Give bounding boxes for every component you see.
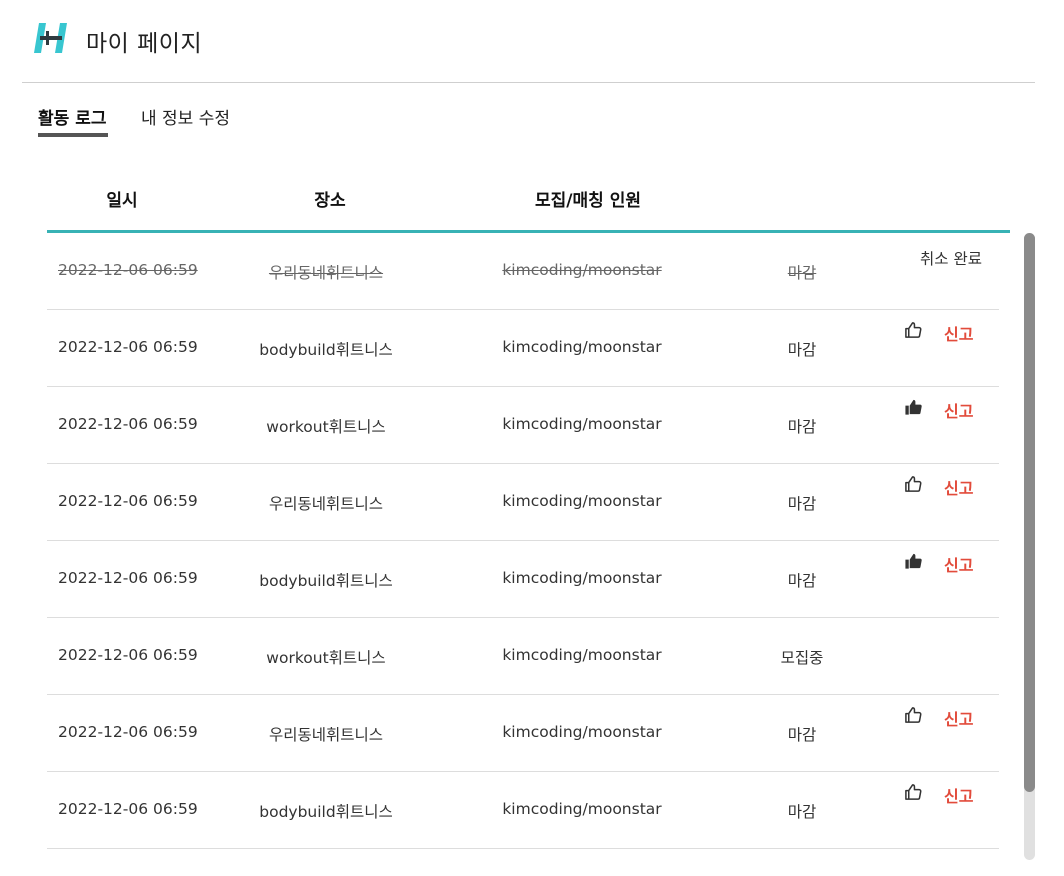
tab-label: 내 정보 수정: [141, 109, 231, 129]
table-row: 2022-12-06 06:59 우리동네휘트니스 kimcoding/moonst…: [47, 464, 999, 541]
page-header: 마이 페이지: [0, 0, 1064, 82]
column-header-members: 모집/매칭 인원: [535, 191, 641, 211]
row-place: 우리동네휘트니스: [268, 495, 384, 513]
row-place: workout휘트니스: [266, 418, 386, 436]
row-date: 2022-12-06 06:59: [58, 800, 198, 818]
table-row: 2022-12-06 06:59 우리동네휘트니스 kimcoding/moonst…: [47, 695, 999, 772]
row-date: 2022-12-06 06:59: [58, 492, 198, 510]
table-row: 2022-12-06 06:59 우리동네휘트니스 kimcoding/moonst…: [47, 233, 999, 310]
scrollbar-thumb[interactable]: [1024, 233, 1035, 792]
row-date: 2022-12-06 06:59: [58, 723, 198, 741]
thumbs-up-icon[interactable]: [904, 783, 923, 802]
table-row: 2022-12-06 06:59 bodybuild휘트니스 kimcoding/m…: [47, 310, 999, 387]
report-button[interactable]: 신고: [944, 475, 973, 499]
row-members: kimcoding/moonstar: [502, 569, 662, 587]
row-members: kimcoding/moonstar: [502, 723, 662, 741]
row-place: 우리동네휘트니스: [268, 264, 384, 282]
activity-table-body: 2022-12-06 06:59 우리동네휘트니스 kimcoding/moonst…: [47, 233, 999, 849]
cancel-complete-label: 취소 완료: [920, 250, 982, 268]
thumbs-up-icon[interactable]: [904, 321, 923, 340]
table-row: 2022-12-06 06:59 bodybuild휘트니스 kimcoding/m…: [47, 772, 999, 849]
row-status: 마감: [787, 572, 817, 590]
row-status: 마감: [787, 803, 817, 821]
thumbs-up-filled-icon[interactable]: [904, 552, 923, 571]
row-status: 마감: [787, 495, 817, 513]
row-date: 2022-12-06 06:59: [58, 646, 198, 664]
row-status: 마감: [787, 726, 817, 744]
report-button[interactable]: 신고: [944, 321, 973, 345]
report-button[interactable]: 신고: [944, 706, 973, 730]
row-place: bodybuild휘트니스: [259, 341, 393, 359]
row-date: 2022-12-06 06:59: [58, 338, 198, 356]
row-status: 마감: [787, 418, 817, 436]
row-status: 모집중: [780, 649, 824, 667]
header-divider: [22, 82, 1035, 83]
row-members: kimcoding/moonstar: [502, 646, 662, 664]
row-members: kimcoding/moonstar: [502, 800, 662, 818]
row-place: bodybuild휘트니스: [259, 803, 393, 821]
row-date: 2022-12-06 06:59: [58, 415, 198, 433]
page-title: 마이 페이지: [86, 31, 203, 57]
tab-activity-log[interactable]: 활동 로그: [38, 104, 108, 137]
column-header-date: 일시: [106, 191, 138, 211]
row-place: 우리동네휘트니스: [268, 726, 384, 744]
thumbs-up-filled-icon[interactable]: [904, 398, 923, 417]
row-members: kimcoding/moonstar: [502, 492, 662, 510]
table-header: 일시 장소 모집/매칭 인원: [47, 168, 1010, 230]
tab-edit-profile[interactable]: 내 정보 수정: [141, 104, 230, 129]
column-header-place: 장소: [314, 191, 346, 211]
row-members: kimcoding/moonstar: [502, 261, 662, 279]
row-date: 2022-12-06 06:59: [58, 569, 198, 587]
thumbs-up-icon[interactable]: [904, 706, 923, 725]
table-row: 2022-12-06 06:59 workout휘트니스 kimcoding/moo…: [47, 387, 999, 464]
table-row: 2022-12-06 06:59 workout휘트니스 kimcoding/moo…: [47, 618, 999, 695]
active-tab-indicator: [38, 133, 108, 137]
scrollbar-track[interactable]: [1024, 233, 1035, 860]
dumbbell-logo-icon[interactable]: [33, 21, 73, 55]
row-date: 2022-12-06 06:59: [58, 261, 198, 279]
tab-label: 활동 로그: [38, 109, 107, 129]
row-status: 마감: [787, 341, 817, 359]
row-place: workout휘트니스: [266, 649, 386, 667]
report-button[interactable]: 신고: [944, 552, 973, 576]
row-members: kimcoding/moonstar: [502, 338, 662, 356]
report-button[interactable]: 신고: [944, 398, 973, 422]
row-place: bodybuild휘트니스: [259, 572, 393, 590]
row-members: kimcoding/moonstar: [502, 415, 662, 433]
table-row: 2022-12-06 06:59 bodybuild휘트니스 kimcoding/m…: [47, 541, 999, 618]
report-button[interactable]: 신고: [944, 783, 973, 807]
row-status: 마감: [787, 264, 817, 282]
thumbs-up-icon[interactable]: [904, 475, 923, 494]
